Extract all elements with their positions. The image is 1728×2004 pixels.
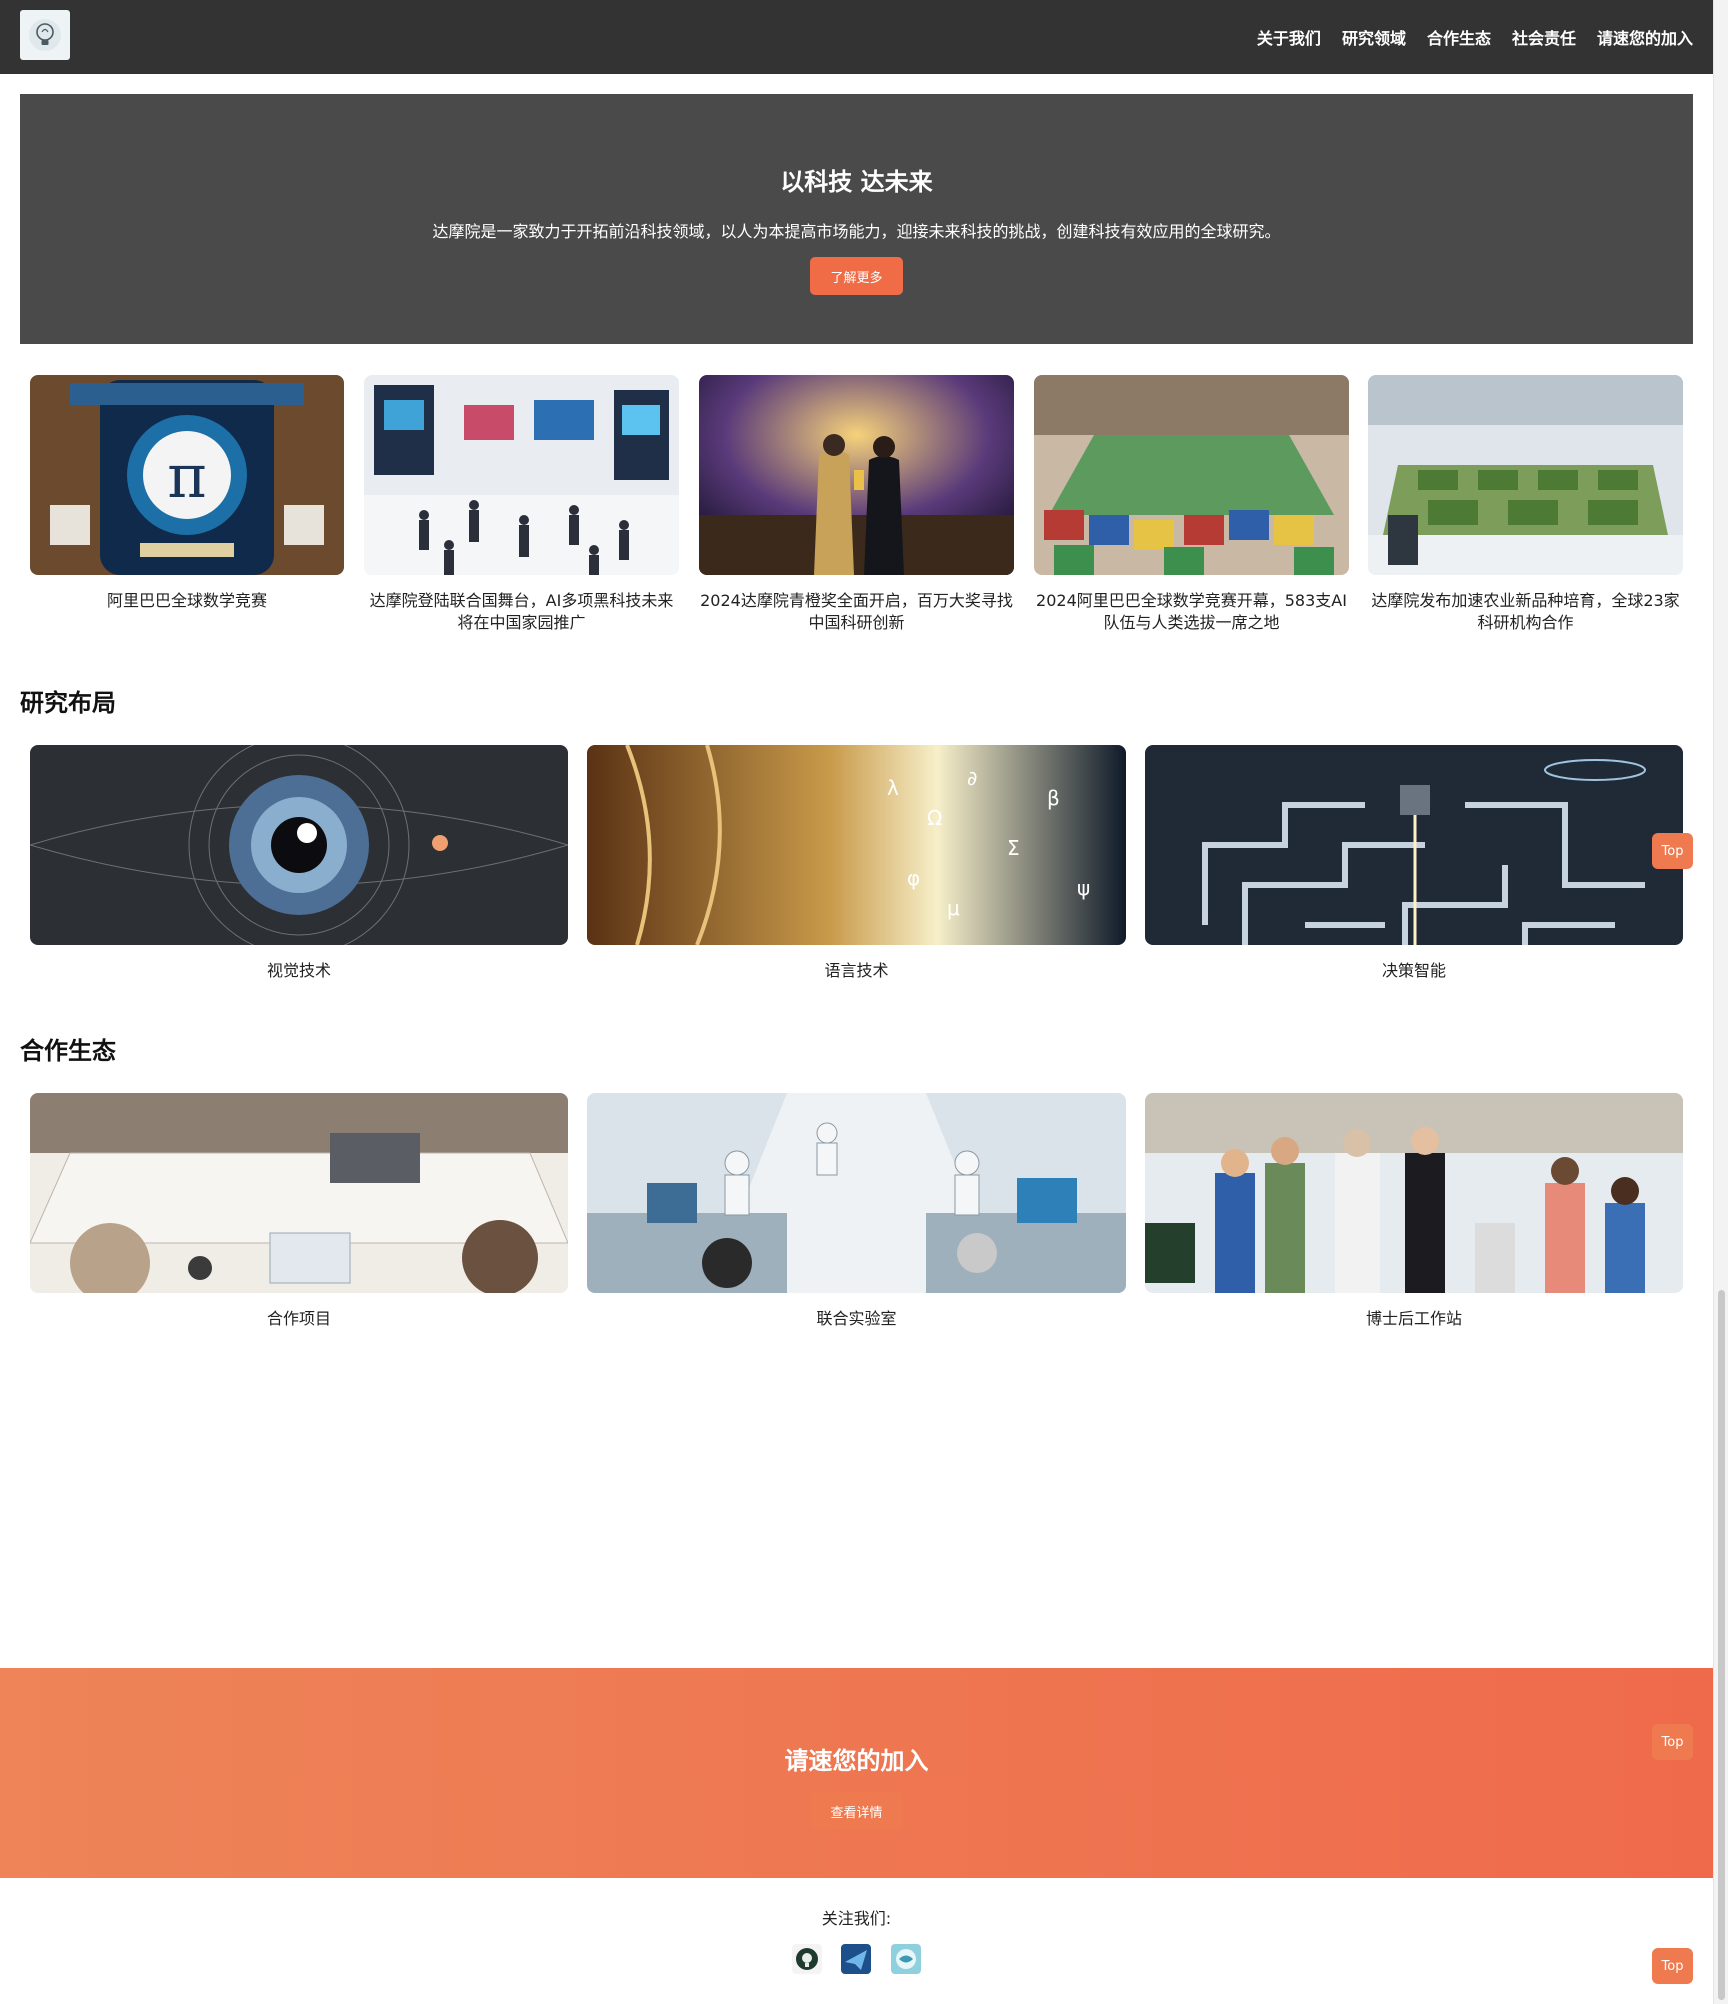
- news-title-4[interactable]: 2024阿里巴巴全球数学竞赛开幕，583支AI队伍与人类选拔一席之地: [1034, 590, 1349, 634]
- news-title-2[interactable]: 达摩院登陆联合国舞台，AI多项黑科技未来将在中国家园推广: [364, 590, 679, 634]
- nav-join[interactable]: 请速您的加入: [1597, 25, 1693, 49]
- research-label-vision[interactable]: 视觉技术: [30, 960, 568, 982]
- learn-more-button[interactable]: 了解更多: [810, 257, 903, 295]
- news-title-1[interactable]: 阿里巴巴全球数学竞赛: [30, 590, 344, 612]
- ecosystem-label-joint-lab[interactable]: 联合实验室: [587, 1308, 1126, 1330]
- eye-vision-image[interactable]: [30, 745, 568, 945]
- maze-decision-image[interactable]: [1145, 745, 1683, 945]
- site-header: 关于我们 研究领域 合作生态 社会责任 请速您的加入: [0, 0, 1713, 74]
- nav-research[interactable]: 研究领域: [1342, 25, 1406, 49]
- nav-ecosystem[interactable]: 合作生态: [1427, 25, 1491, 49]
- scholars-crowd-image[interactable]: [1145, 1093, 1683, 1293]
- svg-text:Σ: Σ: [1007, 836, 1020, 860]
- hero-title: 以科技 达未来: [780, 168, 933, 196]
- hero-description: 达摩院是一家致力于开拓前沿科技领域，以人为本提高市场能力，迎接未来科技的挑战，创…: [432, 222, 1281, 241]
- svg-text:λ: λ: [887, 776, 899, 800]
- news-title-3[interactable]: 2024达摩院青橙奖全面开启，百万大奖寻找中国科研创新: [699, 590, 1014, 634]
- news-title-5[interactable]: 达摩院发布加速农业新品种培育，全球23家科研机构合作: [1368, 590, 1683, 634]
- svg-text:∂: ∂: [967, 766, 977, 790]
- svg-text:μ: μ: [947, 896, 960, 920]
- lightbulb-logo-icon[interactable]: [20, 10, 70, 60]
- tech-expo-crowd-image[interactable]: [364, 375, 679, 575]
- svg-text:φ: φ: [907, 866, 920, 890]
- hero-banner: 以科技 达未来 达摩院是一家致力于开拓前沿科技领域，以人为本提高市场能力，迎接未…: [20, 94, 1693, 344]
- social-icon-1[interactable]: [792, 1944, 822, 1974]
- main-nav: 关于我们 研究领域 合作生态 社会责任 请速您的加入: [1257, 0, 1693, 74]
- team-collaboration-image[interactable]: [30, 1093, 568, 1293]
- svg-text:ψ: ψ: [1077, 876, 1090, 900]
- page-scrollbar[interactable]: [1713, 0, 1728, 2004]
- follow-us-label: 关注我们:: [821, 1909, 892, 1928]
- svg-text:Ω: Ω: [927, 806, 942, 830]
- math-competition-pi-image[interactable]: π: [30, 375, 344, 575]
- laboratory-image[interactable]: [587, 1093, 1126, 1293]
- scrollbar-thumb[interactable]: [1718, 1290, 1725, 2000]
- research-label-decision[interactable]: 决策智能: [1145, 960, 1683, 982]
- svg-text:β: β: [1047, 786, 1060, 810]
- back-to-top-button[interactable]: Top: [1652, 1948, 1693, 1984]
- social-icon-3[interactable]: [891, 1944, 921, 1974]
- page: 关于我们 研究领域 合作生态 社会责任 请速您的加入 以科技 达未来 达摩院是一…: [0, 0, 1713, 2004]
- nav-about[interactable]: 关于我们: [1257, 25, 1321, 49]
- svg-text:π: π: [167, 442, 206, 512]
- nav-social-responsibility[interactable]: 社会责任: [1512, 25, 1576, 49]
- join-title: 请速您的加入: [784, 1747, 929, 1775]
- social-icon-2[interactable]: [841, 1944, 871, 1974]
- ecosystem-label-projects[interactable]: 合作项目: [30, 1308, 568, 1330]
- greenhouse-lab-image[interactable]: [1368, 375, 1683, 575]
- research-label-language[interactable]: 语言技术: [587, 960, 1126, 982]
- back-to-top-button[interactable]: Top: [1652, 833, 1693, 869]
- research-section-title: 研究布局: [20, 689, 116, 717]
- back-to-top-button[interactable]: Top: [1652, 1724, 1693, 1760]
- view-details-button[interactable]: 查看详情: [810, 1792, 903, 1830]
- award-ceremony-image[interactable]: [699, 375, 1014, 575]
- stadium-flags-image[interactable]: [1034, 375, 1349, 575]
- join-banner: 请速您的加入 查看详情: [0, 1668, 1713, 1878]
- language-characters-image[interactable]: λ Ω ∂ Σβ ψ φ μ: [587, 745, 1126, 945]
- ecosystem-label-postdoc[interactable]: 博士后工作站: [1145, 1308, 1683, 1330]
- ecosystem-section-title: 合作生态: [20, 1037, 116, 1065]
